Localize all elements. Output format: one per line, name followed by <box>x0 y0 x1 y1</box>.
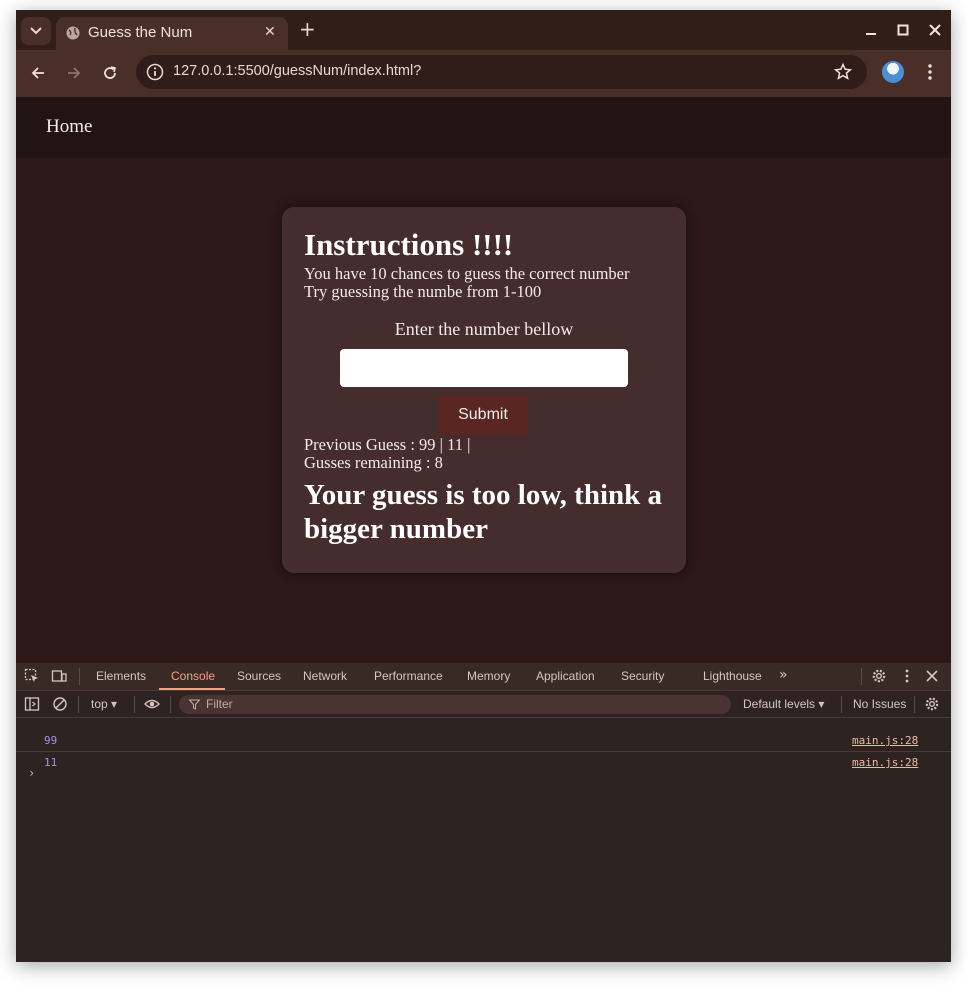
filter-icon <box>189 699 200 710</box>
title-bar: Guess the Num ✕ + <box>16 10 951 50</box>
bookmark-star-icon[interactable] <box>833 62 853 82</box>
devtools-tab-console[interactable]: Console <box>171 669 215 683</box>
more-options-icon[interactable] <box>899 668 915 684</box>
sidebar-toggle-icon[interactable] <box>24 696 40 712</box>
log-source-link[interactable]: main.js:28 <box>852 756 918 769</box>
globe-icon <box>66 26 80 40</box>
previous-guesses: Previous Guess : 99 | 11 | <box>304 435 471 454</box>
arrow-left-icon <box>31 67 44 79</box>
separator <box>79 668 80 685</box>
forward-button[interactable] <box>64 63 84 83</box>
console-log-row: 99 main.js:28 <box>16 729 951 752</box>
devtools-tab-network[interactable]: Network <box>303 669 347 683</box>
devtools-tab-memory[interactable]: Memory <box>467 669 510 683</box>
devtools-tab-elements[interactable]: Elements <box>96 669 146 683</box>
log-value: 99 <box>44 734 58 747</box>
browser-toolbar: 127.0.0.1:5500/guessNum/index.html? <box>16 50 951 97</box>
back-button[interactable] <box>28 63 48 83</box>
maximize-button[interactable] <box>893 20 913 40</box>
devtools-panel: Elements Console Sources Network Perform… <box>16 663 951 962</box>
devtools-tab-performance[interactable]: Performance <box>374 669 443 683</box>
close-tab-icon[interactable]: ✕ <box>264 24 276 40</box>
submit-button[interactable]: Submit <box>438 396 528 434</box>
log-value: 11 <box>44 756 58 769</box>
close-devtools-icon[interactable] <box>924 668 940 684</box>
web-page: Home Instructions !!!! You have 10 chanc… <box>16 97 951 663</box>
site-navbar: Home <box>16 97 951 158</box>
home-link[interactable]: Home <box>46 116 92 138</box>
device-toolbar-icon[interactable] <box>51 668 67 684</box>
instructions-title: Instructions !!!! <box>304 227 514 262</box>
devtools-tab-sources[interactable]: Sources <box>237 669 281 683</box>
separator <box>134 696 135 713</box>
separator <box>170 696 171 713</box>
result-message: Your guess is too low, think a bigger nu… <box>304 479 663 545</box>
separator <box>841 696 842 713</box>
browser-tab[interactable]: Guess the Num ✕ <box>56 17 288 50</box>
devtools-tab-security[interactable]: Security <box>621 669 664 683</box>
enter-number-label: Enter the number bellow <box>394 319 574 339</box>
minimize-icon <box>866 33 876 35</box>
instruction-line-chances: You have 10 chances to guess the correct… <box>304 264 630 283</box>
address-bar[interactable]: 127.0.0.1:5500/guessNum/index.html? <box>136 55 867 89</box>
console-toolbar: top ▾ Filter Default levels ▾ No Issues <box>16 691 951 718</box>
console-prompt[interactable]: › <box>28 766 35 780</box>
arrow-right-icon <box>68 67 81 79</box>
more-tabs-icon[interactable]: » <box>779 667 788 683</box>
settings-gear-icon[interactable] <box>871 668 887 684</box>
active-tab-indicator <box>159 688 225 690</box>
instruction-line-range: Try guessing the numbe from 1-100 <box>304 282 542 301</box>
url-text[interactable]: 127.0.0.1:5500/guessNum/index.html? <box>173 63 421 79</box>
minimize-button[interactable] <box>861 20 881 40</box>
reload-icon <box>104 66 116 79</box>
filter-placeholder: Filter <box>206 697 233 711</box>
separator <box>78 696 79 713</box>
guesses-remaining: Gusses remaining : 8 <box>304 453 443 472</box>
console-filter-input[interactable]: Filter <box>179 695 731 714</box>
new-tab-button[interactable]: + <box>299 19 316 39</box>
browser-window: Guess the Num ✕ + 127.0.0.1:5500/guessNu… <box>16 10 951 962</box>
devtools-tab-lighthouse[interactable]: Lighthouse <box>703 669 762 683</box>
close-window-button[interactable] <box>925 20 945 40</box>
log-levels-dropdown[interactable]: Default levels ▾ <box>743 697 824 711</box>
console-settings-gear-icon[interactable] <box>924 696 940 712</box>
clear-console-icon[interactable] <box>52 696 68 712</box>
separator <box>861 668 862 685</box>
live-expression-eye-icon[interactable] <box>144 696 160 712</box>
issues-counter[interactable]: No Issues <box>853 697 906 711</box>
context-selector[interactable]: top ▾ <box>91 697 117 711</box>
inspect-element-icon[interactable] <box>24 668 40 684</box>
tab-title: Guess the Num <box>88 24 193 41</box>
close-icon <box>929 24 941 36</box>
devtools-tab-bar: Elements Console Sources Network Perform… <box>16 663 951 691</box>
tab-search-button[interactable] <box>21 17 51 45</box>
game-card: Instructions !!!! You have 10 chances to… <box>282 207 686 573</box>
devtools-tab-application[interactable]: Application <box>536 669 595 683</box>
menu-kebab-icon[interactable] <box>920 62 940 82</box>
log-source-link[interactable]: main.js:28 <box>852 734 918 747</box>
chevron-down-icon <box>30 27 42 35</box>
info-icon[interactable] <box>146 63 164 81</box>
guess-input[interactable] <box>340 349 628 387</box>
separator <box>914 696 915 713</box>
profile-avatar[interactable] <box>882 61 904 83</box>
reload-button[interactable] <box>100 63 120 83</box>
console-log-row: 11 main.js:28 <box>16 751 951 773</box>
maximize-icon <box>897 24 909 36</box>
